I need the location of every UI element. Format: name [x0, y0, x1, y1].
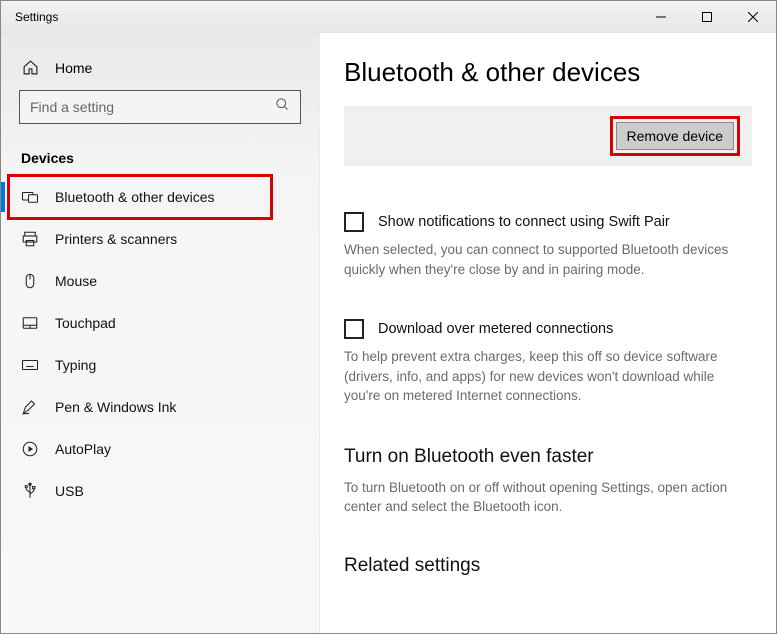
window-title: Settings: [1, 10, 638, 24]
section-header-devices: Devices: [1, 144, 319, 176]
keyboard-icon: [21, 356, 39, 374]
sidebar-item-typing[interactable]: Typing: [1, 344, 319, 386]
sidebar-item-label: Pen & Windows Ink: [55, 399, 176, 415]
remove-device-button[interactable]: Remove device: [616, 122, 735, 150]
sidebar-item-label: Bluetooth & other devices: [55, 189, 215, 205]
faster-heading: Turn on Bluetooth even faster: [344, 446, 752, 468]
pen-icon: [21, 398, 39, 416]
sidebar-item-label: Printers & scanners: [55, 231, 177, 247]
autoplay-icon: [21, 440, 39, 458]
main-content: Bluetooth & other devices Remove device …: [319, 33, 776, 633]
metered-description: To help prevent extra charges, keep this…: [344, 347, 752, 406]
sidebar-item-bluetooth[interactable]: Bluetooth & other devices: [1, 176, 319, 218]
sidebar: Home Devices Bluetooth & other devices: [1, 33, 319, 633]
highlight-box-remove: Remove device: [610, 116, 741, 156]
minimize-icon: [656, 12, 666, 22]
minimize-button[interactable]: [638, 1, 684, 33]
search-icon: [275, 97, 290, 117]
mouse-icon: [21, 272, 39, 290]
sidebar-item-mouse[interactable]: Mouse: [1, 260, 319, 302]
close-button[interactable]: [730, 1, 776, 33]
home-button[interactable]: Home: [1, 53, 319, 90]
sidebar-item-touchpad[interactable]: Touchpad: [1, 302, 319, 344]
sidebar-item-usb[interactable]: USB: [1, 470, 319, 512]
bluetooth-devices-icon: [21, 188, 39, 206]
swift-pair-label: Show notifications to connect using Swif…: [378, 214, 670, 230]
sidebar-item-label: USB: [55, 483, 84, 499]
titlebar: Settings: [1, 1, 776, 33]
sidebar-item-label: Mouse: [55, 273, 97, 289]
close-icon: [748, 12, 758, 22]
home-icon: [21, 59, 39, 76]
home-label: Home: [55, 60, 92, 76]
search-field[interactable]: [30, 99, 275, 115]
metered-label: Download over metered connections: [378, 321, 613, 337]
swift-pair-option: Show notifications to connect using Swif…: [344, 212, 752, 232]
maximize-icon: [702, 12, 712, 22]
page-title: Bluetooth & other devices: [344, 57, 752, 88]
search-input[interactable]: [19, 90, 301, 124]
metered-checkbox[interactable]: [344, 319, 364, 339]
sidebar-item-label: Typing: [55, 357, 96, 373]
related-settings-heading: Related settings: [344, 555, 752, 577]
maximize-button[interactable]: [684, 1, 730, 33]
swift-pair-checkbox[interactable]: [344, 212, 364, 232]
sidebar-item-label: Touchpad: [55, 315, 116, 331]
swift-pair-description: When selected, you can connect to suppor…: [344, 240, 752, 279]
metered-option: Download over metered connections: [344, 319, 752, 339]
sidebar-item-printers[interactable]: Printers & scanners: [1, 218, 319, 260]
faster-description: To turn Bluetooth on or off without open…: [344, 478, 752, 517]
printer-icon: [21, 230, 39, 248]
sidebar-item-pen[interactable]: Pen & Windows Ink: [1, 386, 319, 428]
touchpad-icon: [21, 314, 39, 332]
sidebar-item-label: AutoPlay: [55, 441, 111, 457]
device-banner: Remove device: [344, 106, 752, 166]
window-controls: [638, 1, 776, 33]
usb-icon: [21, 482, 39, 500]
sidebar-item-autoplay[interactable]: AutoPlay: [1, 428, 319, 470]
